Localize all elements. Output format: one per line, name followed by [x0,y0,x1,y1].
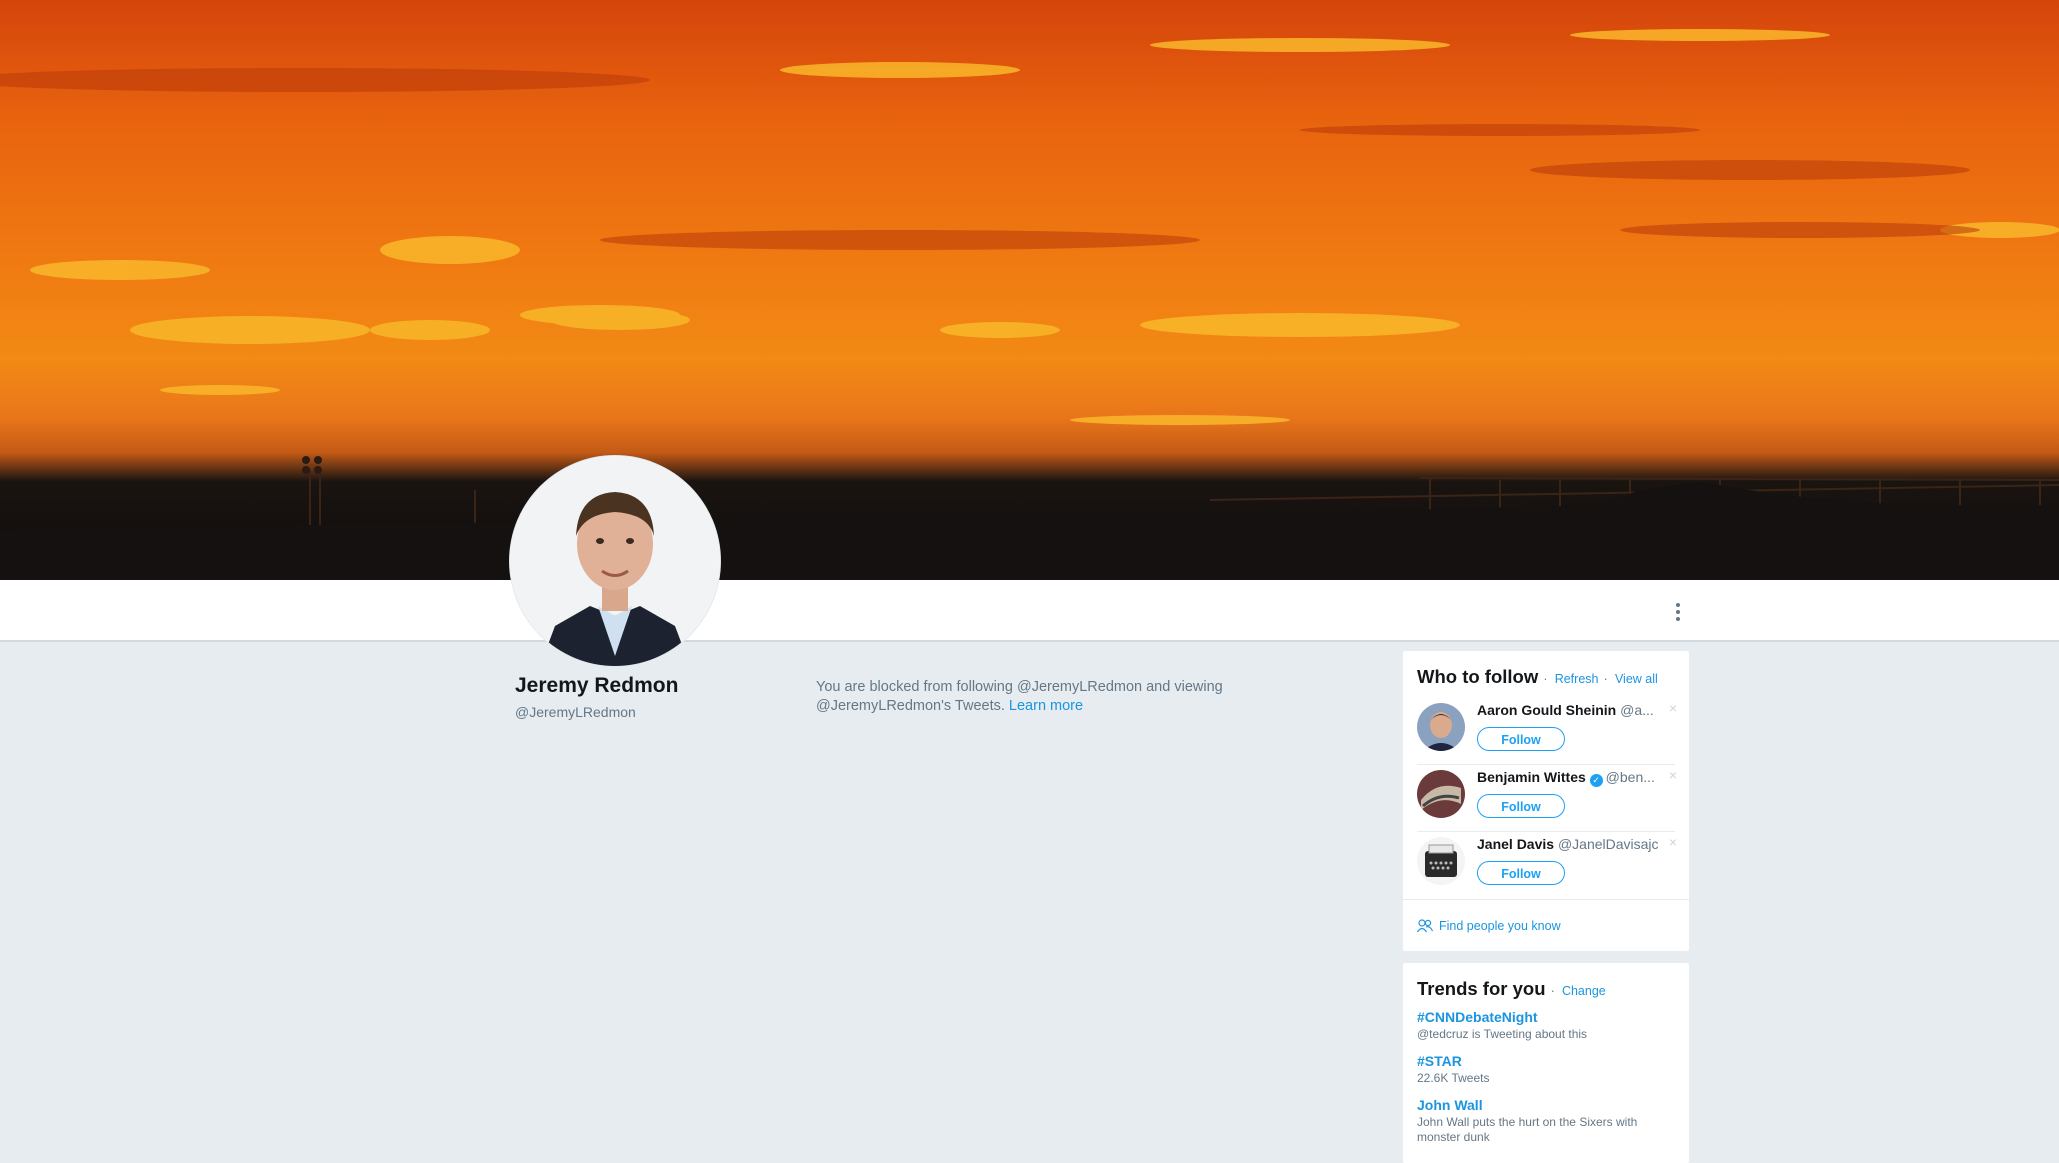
change-link[interactable]: Change [1562,984,1606,998]
avatar-photo [1417,703,1465,751]
header-banner-image[interactable] [0,0,2059,580]
divider [1417,764,1675,765]
user-display-name[interactable]: Benjamin Wittes [1477,769,1586,785]
suggested-user-name[interactable]: Janel Davis @JanelDavisajc [1477,836,1667,852]
sunset-photo [0,29,2059,580]
avatar[interactable] [1417,703,1465,751]
separator: · [1550,984,1555,998]
learn-more-link[interactable]: Learn more [1009,698,1083,714]
divider [1417,831,1675,832]
trend-description: John Wall puts the hurt on the Sixers wi… [1417,1115,1638,1144]
suggested-user-1[interactable]: Aaron Gould Sheinin @a... × Follow [1417,699,1677,765]
divider [1403,899,1689,900]
suggested-user-name[interactable]: Benjamin Wittes ✓ @ben... [1477,769,1667,787]
refresh-link[interactable]: Refresh [1555,672,1599,686]
separator: · [1543,672,1548,686]
trend-item[interactable]: John Wall John Wall puts the hurt on the… [1417,1097,1677,1145]
trends-module: Trends for you · Change #CNNDebateNight … [1403,963,1689,1163]
more-options-icon[interactable] [1668,600,1688,624]
user-display-name[interactable]: Aaron Gould Sheinin [1477,702,1616,718]
profile-avatar[interactable] [510,456,720,666]
trend-item[interactable]: #STAR 22.6K Tweets [1417,1053,1677,1086]
follow-button[interactable]: Follow [1477,861,1565,885]
blocked-message: You are blocked from following @JeremyLR… [816,678,1356,716]
avatar[interactable] [1417,770,1465,818]
separator: · [1603,672,1608,686]
user-handle[interactable]: @a... [1620,702,1654,718]
dismiss-close-icon[interactable]: × [1669,700,1677,716]
people-icon [1416,919,1434,933]
profile-nav-bar [0,580,2059,642]
verified-badge-icon: ✓ [1589,774,1603,787]
dot [1676,617,1680,621]
trend-item[interactable]: #CNNDebateNight @tedcruz is Tweeting abo… [1417,1009,1677,1042]
avatar-photo [510,456,720,666]
trends-title: Trends for you [1417,978,1546,999]
find-people-link[interactable]: Find people you know [1416,919,1561,933]
trend-name[interactable]: #STAR [1417,1053,1677,1069]
trends-header: Trends for you · Change [1417,978,1606,1000]
who-to-follow-title: Who to follow [1417,666,1539,687]
suggested-user-3[interactable]: Janel Davis @JanelDavisajc × Follow [1417,833,1677,899]
who-to-follow-header: Who to follow · Refresh · View all [1417,666,1658,688]
find-people-label[interactable]: Find people you know [1439,919,1561,933]
trend-name[interactable]: #CNNDebateNight [1417,1009,1677,1025]
trend-description: 22.6K Tweets [1417,1071,1490,1085]
view-all-link[interactable]: View all [1615,672,1658,686]
profile-handle[interactable]: @JeremyLRedmon [515,704,636,720]
profile-name[interactable]: Jeremy Redmon [515,674,678,698]
dot [1676,603,1680,607]
trend-description: @tedcruz is Tweeting about this [1417,1027,1588,1041]
avatar-photo [1417,770,1465,818]
follow-button[interactable]: Follow [1477,794,1565,818]
suggested-user-name[interactable]: Aaron Gould Sheinin @a... [1477,702,1667,718]
suggested-user-2[interactable]: Benjamin Wittes ✓ @ben... × Follow [1417,766,1677,832]
user-display-name[interactable]: Janel Davis [1477,836,1554,852]
trend-name[interactable]: John Wall [1417,1097,1677,1113]
dismiss-close-icon[interactable]: × [1669,767,1677,783]
avatar[interactable] [1417,837,1465,885]
avatar-photo [1417,837,1465,885]
user-handle[interactable]: @ben... [1606,769,1655,785]
dot [1676,610,1680,614]
who-to-follow-module: Who to follow · Refresh · View all Aaron… [1403,651,1689,951]
follow-button[interactable]: Follow [1477,727,1565,751]
user-handle[interactable]: @JanelDavisajc [1558,836,1659,852]
dismiss-close-icon[interactable]: × [1669,834,1677,850]
